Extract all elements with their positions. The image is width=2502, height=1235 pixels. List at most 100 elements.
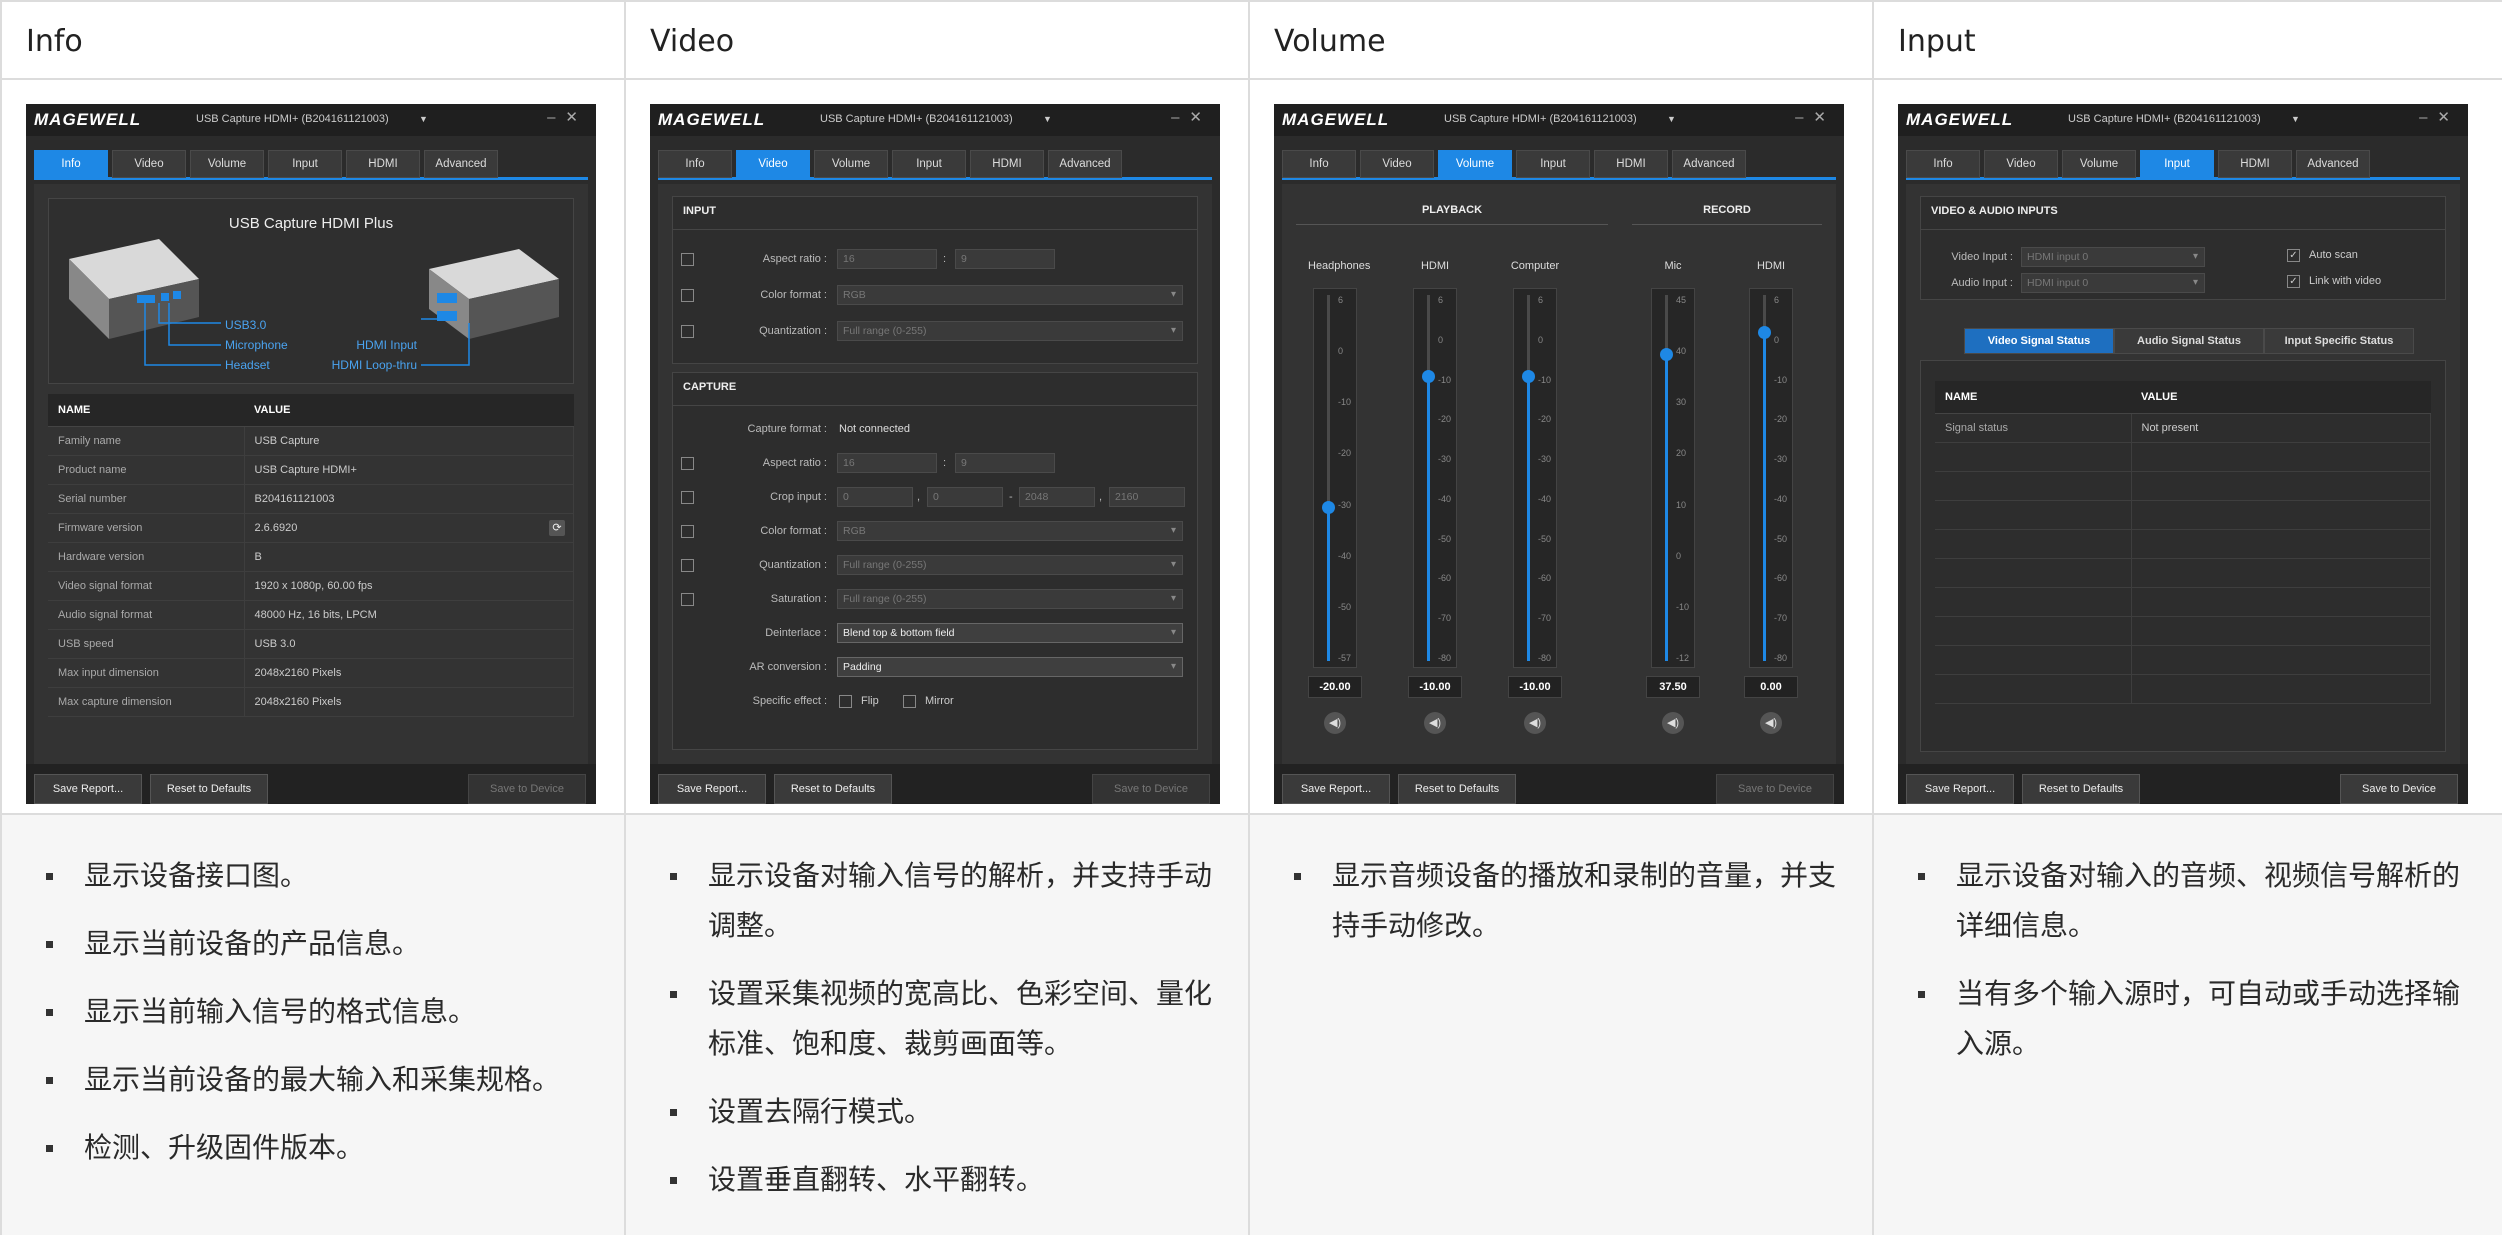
save-report-button[interactable]: Save Report...	[1282, 774, 1390, 804]
link-video-checkbox[interactable]: ✓	[2287, 275, 2300, 288]
save-device-button[interactable]: Save to Device	[2340, 774, 2458, 804]
quant-checkbox[interactable]	[681, 559, 694, 572]
crop-y-field[interactable]: 0	[927, 487, 1003, 507]
tab-advanced[interactable]: Advanced	[1048, 150, 1122, 178]
crop-w-field[interactable]: 2048	[1019, 487, 1095, 507]
tab-hdmi[interactable]: HDMI	[970, 150, 1044, 178]
crop-x-field[interactable]: 0	[837, 487, 913, 507]
deinterlace-select[interactable]: Blend top & bottom field	[837, 623, 1183, 643]
volume-value[interactable]: -10.00	[1408, 676, 1462, 698]
reset-defaults-button[interactable]: Reset to Defaults	[774, 774, 892, 804]
ar-select[interactable]: Padding	[837, 657, 1183, 677]
slider-knob[interactable]	[1322, 501, 1335, 515]
tab-video-signal-status[interactable]: Video Signal Status	[1964, 328, 2114, 354]
tab-volume[interactable]: Volume	[814, 150, 888, 178]
quant-checkbox[interactable]	[681, 325, 694, 338]
tab-input[interactable]: Input	[2140, 150, 2214, 178]
device-selector[interactable]: USB Capture HDMI+ (B204161121003)	[1444, 113, 1637, 125]
tab-input-specific-status[interactable]: Input Specific Status	[2264, 328, 2414, 354]
volume-value[interactable]: -20.00	[1308, 676, 1362, 698]
tab-hdmi[interactable]: HDMI	[346, 150, 420, 178]
reset-defaults-button[interactable]: Reset to Defaults	[1398, 774, 1516, 804]
save-device-button[interactable]: Save to Device	[1716, 774, 1834, 804]
tab-volume[interactable]: Volume	[190, 150, 264, 178]
speaker-icon[interactable]: ◀)	[1424, 712, 1446, 734]
chevron-down-icon[interactable]: ▼	[1043, 114, 1052, 124]
volume-slider[interactable]: 6 0 -10 -20 -30 -40 -50 -57	[1313, 288, 1357, 668]
speaker-icon[interactable]: ◀)	[1760, 712, 1782, 734]
aspect-h-field[interactable]: 9	[955, 249, 1055, 269]
save-report-button[interactable]: Save Report...	[658, 774, 766, 804]
tab-advanced[interactable]: Advanced	[424, 150, 498, 178]
volume-slider[interactable]: 6 0 -10 -20 -30 -40 -50 -60 -70 -80	[1749, 288, 1793, 668]
crop-checkbox[interactable]	[681, 491, 694, 504]
slider-knob[interactable]	[1422, 369, 1435, 383]
slider-knob[interactable]	[1660, 347, 1673, 361]
tab-info[interactable]: Info	[1906, 150, 1980, 178]
mirror-checkbox[interactable]	[903, 695, 916, 708]
flip-checkbox[interactable]	[839, 695, 852, 708]
slider-knob[interactable]	[1522, 369, 1535, 383]
chevron-down-icon[interactable]: ▼	[1667, 114, 1676, 124]
volume-value[interactable]: -10.00	[1508, 676, 1562, 698]
slider-knob[interactable]	[1758, 325, 1771, 339]
device-selector[interactable]: USB Capture HDMI+ (B204161121003)	[820, 113, 1013, 125]
tab-advanced[interactable]: Advanced	[2296, 150, 2370, 178]
device-selector[interactable]: USB Capture HDMI+ (B204161121003)	[2068, 113, 2261, 125]
reset-defaults-button[interactable]: Reset to Defaults	[2022, 774, 2140, 804]
aspect-checkbox[interactable]	[681, 457, 694, 470]
tab-input[interactable]: Input	[892, 150, 966, 178]
speaker-icon[interactable]: ◀)	[1524, 712, 1546, 734]
tab-video[interactable]: Video	[1360, 150, 1434, 178]
tab-volume[interactable]: Volume	[2062, 150, 2136, 178]
quant-select[interactable]: Full range (0-255)	[837, 555, 1183, 575]
aspect-w-field[interactable]: 16	[837, 453, 937, 473]
aspect-w-field[interactable]: 16	[837, 249, 937, 269]
volume-slider[interactable]: 6 0 -10 -20 -30 -40 -50 -60 -70 -80	[1513, 288, 1557, 668]
tab-hdmi[interactable]: HDMI	[2218, 150, 2292, 178]
color-select[interactable]: RGB	[837, 285, 1183, 305]
tab-info[interactable]: Info	[1282, 150, 1356, 178]
device-selector[interactable]: USB Capture HDMI+ (B204161121003)	[196, 113, 389, 125]
tab-audio-signal-status[interactable]: Audio Signal Status	[2114, 328, 2264, 354]
volume-slider[interactable]: 6 0 -10 -20 -30 -40 -50 -60 -70 -80	[1413, 288, 1457, 668]
chevron-down-icon[interactable]: ▼	[419, 114, 428, 124]
window-controls[interactable]: –✕	[547, 108, 588, 126]
reset-defaults-button[interactable]: Reset to Defaults	[150, 774, 268, 804]
color-checkbox[interactable]	[681, 289, 694, 302]
audio-input-select[interactable]: HDMI input 0	[2021, 273, 2205, 293]
save-report-button[interactable]: Save Report...	[34, 774, 142, 804]
tab-info[interactable]: Info	[658, 150, 732, 178]
tab-info[interactable]: Info	[34, 150, 108, 178]
auto-scan-checkbox[interactable]: ✓	[2287, 249, 2300, 262]
volume-value[interactable]: 0.00	[1744, 676, 1798, 698]
window-controls[interactable]: –✕	[1795, 108, 1836, 126]
volume-slider[interactable]: 45 40 30 20 10 0 -10 -12	[1651, 288, 1695, 668]
speaker-icon[interactable]: ◀)	[1662, 712, 1684, 734]
save-device-button[interactable]: Save to Device	[1092, 774, 1210, 804]
window-controls[interactable]: –✕	[1171, 108, 1212, 126]
speaker-icon[interactable]: ◀)	[1324, 712, 1346, 734]
tab-input[interactable]: Input	[1516, 150, 1590, 178]
tab-volume[interactable]: Volume	[1438, 150, 1512, 178]
tab-video[interactable]: Video	[1984, 150, 2058, 178]
volume-value[interactable]: 37.50	[1646, 676, 1700, 698]
crop-h-field[interactable]: 2160	[1109, 487, 1185, 507]
aspect-h-field[interactable]: 9	[955, 453, 1055, 473]
color-checkbox[interactable]	[681, 525, 694, 538]
aspect-checkbox[interactable]	[681, 253, 694, 266]
tab-input[interactable]: Input	[268, 150, 342, 178]
tab-video[interactable]: Video	[112, 150, 186, 178]
window-controls[interactable]: –✕	[2419, 108, 2460, 126]
tab-video[interactable]: Video	[736, 150, 810, 178]
saturation-checkbox[interactable]	[681, 593, 694, 606]
color-select[interactable]: RGB	[837, 521, 1183, 541]
tab-advanced[interactable]: Advanced	[1672, 150, 1746, 178]
refresh-icon[interactable]: ⟳	[549, 519, 565, 536]
save-report-button[interactable]: Save Report...	[1906, 774, 2014, 804]
chevron-down-icon[interactable]: ▼	[2291, 114, 2300, 124]
quant-select[interactable]: Full range (0-255)	[837, 321, 1183, 341]
tab-hdmi[interactable]: HDMI	[1594, 150, 1668, 178]
save-device-button[interactable]: Save to Device	[468, 774, 586, 804]
video-input-select[interactable]: HDMI input 0	[2021, 247, 2205, 267]
